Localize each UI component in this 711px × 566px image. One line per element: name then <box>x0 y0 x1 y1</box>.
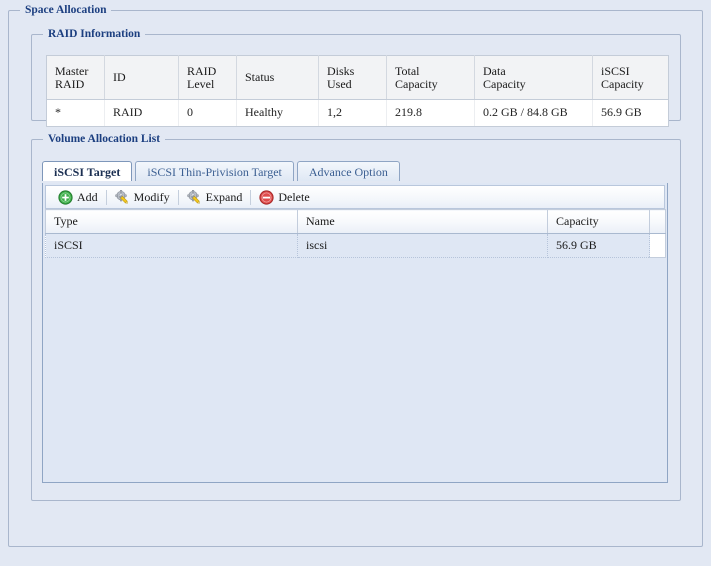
expand-label: Expand <box>205 189 243 204</box>
raid-information-legend: RAID Information <box>43 27 146 41</box>
raid-col-disks-used: Disks Used <box>318 55 387 100</box>
tab-label: Advance Option <box>308 165 388 179</box>
cell-status: Healthy <box>236 99 319 127</box>
table-row[interactable]: * RAID 0 Healthy 1,2 219.8 0.2 GB / 84.8… <box>46 99 669 127</box>
modify-label: Modify <box>133 189 170 204</box>
raid-col-data-capacity: Data Capacity <box>474 55 593 100</box>
delete-button[interactable]: Delete <box>252 187 316 207</box>
cell-name: iscsi <box>297 233 548 258</box>
grid-toolbar: Add Modify Expand Delete <box>45 185 665 209</box>
gear-pencil-icon <box>114 189 130 205</box>
table-row[interactable]: iSCSI iscsi 56.9 GB <box>45 233 666 258</box>
tab-label: iSCSI Thin-Privision Target <box>147 165 282 179</box>
cell-disks-used: 1,2 <box>318 99 387 127</box>
raid-information-panel: RAID Information Master RAID ID RAID Lev… <box>31 27 681 127</box>
volume-allocation-list-legend: Volume Allocation List <box>43 132 166 146</box>
tab-strip: iSCSI Target iSCSI Thin-Privision Target… <box>42 161 670 183</box>
tab-advance-option[interactable]: Advance Option <box>296 161 400 181</box>
raid-col-iscsi-capacity: iSCSI Capacity <box>592 55 669 100</box>
volume-col-type[interactable]: Type <box>45 209 298 234</box>
cell-iscsi-capacity: 56.9 GB <box>592 99 669 127</box>
delete-label: Delete <box>278 189 310 204</box>
tab-iscsi-thin-privision-target[interactable]: iSCSI Thin-Privision Target <box>135 161 294 181</box>
tab-label: iSCSI Target <box>54 165 121 179</box>
toolbar-separator <box>177 189 179 205</box>
toolbar-separator <box>250 189 252 205</box>
cell-data-capacity: 0.2 GB / 84.8 GB <box>474 99 593 127</box>
space-allocation-legend: Space Allocation <box>20 3 112 17</box>
raid-col-id: ID <box>104 55 179 100</box>
cell-gutter <box>649 233 666 258</box>
volume-col-name[interactable]: Name <box>297 209 548 234</box>
volume-col-gutter <box>649 209 666 234</box>
expand-button[interactable]: Expand <box>180 187 250 207</box>
modify-button[interactable]: Modify <box>108 187 177 207</box>
raid-table-header-row: Master RAID ID RAID Level Status Disks U… <box>46 55 669 100</box>
cell-type: iSCSI <box>45 233 298 258</box>
space-allocation-panel: Space Allocation RAID Information Master… <box>8 3 703 547</box>
cell-raid-level: 0 <box>178 99 237 127</box>
raid-col-raid-level: RAID Level <box>178 55 237 100</box>
minus-circle-red-icon <box>259 189 274 205</box>
raid-information-table: Master RAID ID RAID Level Status Disks U… <box>46 55 669 127</box>
cell-master-raid: * <box>46 99 105 127</box>
cell-capacity: 56.9 GB <box>547 233 650 258</box>
add-button[interactable]: Add <box>51 187 105 207</box>
tab-panel-iscsi-target: Add Modify Expand Delete Type Name Capac… <box>42 183 668 483</box>
tab-iscsi-target[interactable]: iSCSI Target <box>42 161 133 181</box>
add-label: Add <box>77 189 98 204</box>
plus-circle-green-icon <box>58 189 73 205</box>
volume-grid: Type Name Capacity iSCSI iscsi 56.9 GB <box>45 209 666 258</box>
volume-col-capacity[interactable]: Capacity <box>547 209 650 234</box>
volume-grid-table: Type Name Capacity iSCSI iscsi 56.9 GB <box>45 209 666 258</box>
volume-grid-header-row: Type Name Capacity <box>45 209 666 234</box>
volume-allocation-list-panel: Volume Allocation List iSCSI Target iSCS… <box>31 132 681 501</box>
raid-col-master-raid: Master RAID <box>46 55 105 100</box>
raid-col-status: Status <box>236 55 319 100</box>
cell-total-capacity: 219.8 <box>386 99 475 127</box>
gear-pencil-icon <box>186 189 202 205</box>
cell-id: RAID <box>104 99 179 127</box>
toolbar-separator <box>105 189 107 205</box>
raid-col-total-capacity: Total Capacity <box>386 55 475 100</box>
